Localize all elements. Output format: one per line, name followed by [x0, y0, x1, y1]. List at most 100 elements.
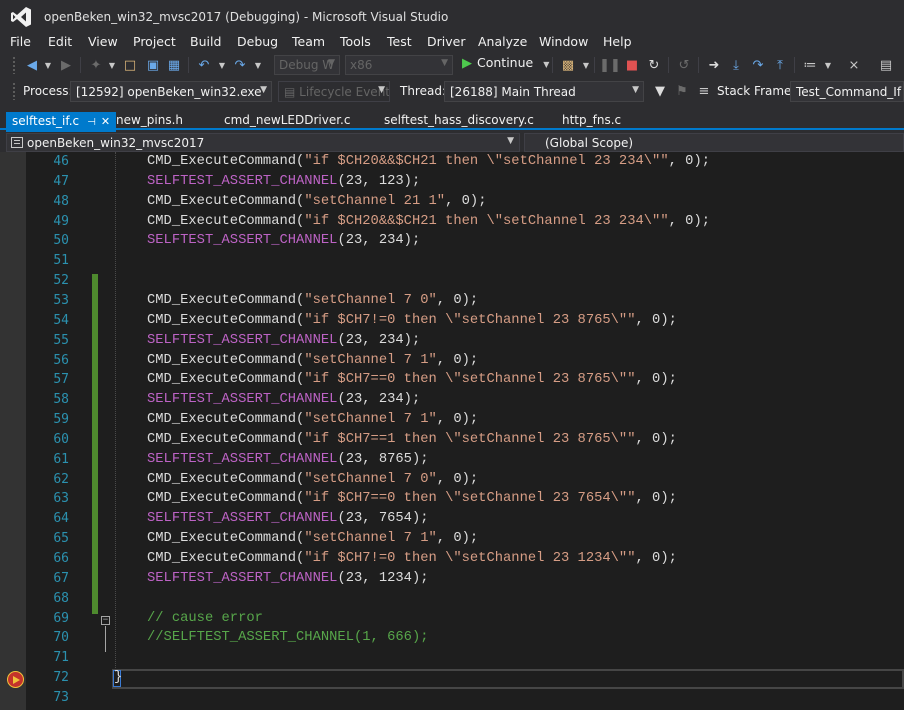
code-line[interactable]: 58 SELFTEST_ASSERT_CHANNEL(23, 234);	[0, 390, 904, 410]
code-line[interactable]: 51	[0, 251, 904, 271]
code-line[interactable]: 54 CMD_ExecuteCommand("if $CH7!=0 then \"…	[0, 311, 904, 331]
code-line[interactable]: 56 CMD_ExecuteCommand("setChannel 7 1", 0…	[0, 351, 904, 371]
toolbar-separator	[594, 57, 595, 73]
thread-value: [26188] Main Thread	[450, 85, 576, 99]
code-line[interactable]: 46 CMD_ExecuteCommand("if $CH20&&$CH21 th…	[0, 152, 904, 172]
code-line[interactable]: 65 CMD_ExecuteCommand("setChannel 7 1", 0…	[0, 529, 904, 549]
menu-build[interactable]: Build	[190, 34, 221, 49]
break-all-icon[interactable]: ❚❚	[599, 55, 621, 75]
save-all-icon[interactable]: ▦	[164, 55, 184, 75]
menu-window[interactable]: Window	[539, 34, 588, 49]
code-text: CMD_ExecuteCommand("setChannel 7 0", 0);	[147, 470, 478, 490]
solution-platform-select[interactable]: x86 ▼	[345, 55, 453, 75]
hot-reload-icon[interactable]: ↺	[674, 55, 694, 75]
thread-select[interactable]: [26188] Main Thread ▼	[444, 81, 644, 102]
close-icon[interactable]: ✕	[101, 115, 110, 128]
show-next-statement-icon[interactable]: ➜	[704, 55, 724, 75]
code-line[interactable]: 69 // cause error	[0, 609, 904, 629]
line-number: 58	[53, 392, 69, 408]
code-line[interactable]: 50 SELFTEST_ASSERT_CHANNEL(23, 234);	[0, 231, 904, 251]
back-dropdown-icon[interactable]: ▼	[38, 55, 58, 75]
code-line[interactable]: 73	[0, 688, 904, 708]
save-icon[interactable]: ▣	[143, 55, 163, 75]
step-over-icon[interactable]: ↷	[748, 55, 768, 75]
navigate-forward-icon[interactable]: ▶	[56, 55, 76, 75]
code-token: , 0);	[436, 412, 479, 428]
code-text: CMD_ExecuteCommand("if $CH20&&$CH21 then…	[147, 152, 710, 172]
code-token: (23, 1234);	[337, 570, 429, 586]
code-line[interactable]: 59 CMD_ExecuteCommand("setChannel 7 1", 0…	[0, 410, 904, 430]
tab-label: http_fns.c	[562, 113, 622, 127]
restart-icon[interactable]: ↻	[644, 55, 664, 75]
code-line[interactable]: 68	[0, 589, 904, 609]
redo-dropdown-icon[interactable]: ▼	[248, 55, 268, 75]
code-line[interactable]: 71	[0, 648, 904, 668]
code-line[interactable]: 47 SELFTEST_ASSERT_CHANNEL(23, 123);	[0, 172, 904, 192]
code-line[interactable]: 72	[0, 668, 904, 688]
menu-analyze[interactable]: Analyze	[478, 34, 527, 49]
project-select[interactable]: openBeken_win32_mvsc2017 ▼	[6, 133, 520, 152]
code-line[interactable]: 61 SELFTEST_ASSERT_CHANNEL(23, 8765);	[0, 450, 904, 470]
code-token: "setChannel 7 1"	[304, 531, 437, 547]
code-token: "setChannel 7 0"	[304, 471, 437, 487]
code-line[interactable]: 53 CMD_ExecuteCommand("setChannel 7 0", 0…	[0, 291, 904, 311]
solution-configuration-select[interactable]: Debug W ▼	[274, 55, 340, 75]
code-text: CMD_ExecuteCommand("if $CH7==0 then \"se…	[147, 370, 677, 390]
menu-debug[interactable]: Debug	[237, 34, 278, 49]
flag-threads-icon[interactable]: ⚑	[672, 81, 692, 101]
window-title: openBeken_win32_mvsc2017 (Debugging) - M…	[44, 10, 449, 24]
hex-display-icon[interactable]: ≔	[800, 55, 820, 75]
stack-frame-select[interactable]: Test_Command_If	[790, 81, 904, 102]
toolbar-grip[interactable]	[12, 82, 16, 100]
stop-debugging-icon[interactable]: ■	[622, 55, 642, 75]
code-token: CMD_ExecuteCommand(	[147, 193, 305, 209]
code-line[interactable]: 64 SELFTEST_ASSERT_CHANNEL(23, 7654);	[0, 509, 904, 529]
code-editor[interactable]: − 46 CMD_ExecuteCommand("if $CH20&&$CH21 …	[0, 152, 904, 710]
hex-dropdown-icon[interactable]: ▼	[818, 55, 838, 75]
code-line[interactable]: 62 CMD_ExecuteCommand("setChannel 7 0", 0…	[0, 470, 904, 490]
menu-tools[interactable]: Tools	[340, 34, 371, 49]
undo-dropdown-icon[interactable]: ▼	[212, 55, 232, 75]
code-line[interactable]: 67 SELFTEST_ASSERT_CHANNEL(23, 1234);	[0, 569, 904, 589]
menu-team[interactable]: Team	[292, 34, 325, 49]
scope-select[interactable]: (Global Scope)	[524, 133, 904, 152]
step-into-icon[interactable]: ⤓	[726, 55, 746, 75]
code-line[interactable]: 57 CMD_ExecuteCommand("if $CH7==0 then \"…	[0, 370, 904, 390]
process-dropdown-icon[interactable]: ▼	[576, 55, 596, 75]
memory-icon[interactable]: ▤	[876, 55, 896, 75]
lifecycle-events-select[interactable]: ▤ Lifecycle Events ▼	[278, 81, 390, 102]
open-folder-icon[interactable]: □	[120, 55, 140, 75]
undo-icon[interactable]: ↶	[194, 55, 214, 75]
menu-project[interactable]: Project	[133, 34, 176, 49]
code-line[interactable]: 52	[0, 271, 904, 291]
line-number: 62	[53, 471, 69, 487]
menu-view[interactable]: View	[88, 34, 118, 49]
stack-frame-icon: ≡	[698, 83, 710, 99]
redo-icon[interactable]: ↷	[230, 55, 250, 75]
code-line[interactable]: 55 SELFTEST_ASSERT_CHANNEL(23, 234);	[0, 331, 904, 351]
pin-icon[interactable]: ⊣	[87, 117, 96, 128]
code-token: "if $CH7!=0 then \"setChannel 23 8765\""	[304, 312, 636, 328]
threads-icon[interactable]: ⨯	[844, 55, 864, 75]
line-number: 57	[53, 372, 69, 388]
process-select[interactable]: [12592] openBeken_win32.exe ▼	[70, 81, 272, 102]
menu-help[interactable]: Help	[603, 34, 632, 49]
filter-icon[interactable]: ▼	[650, 81, 670, 101]
code-token: (23, 234);	[337, 332, 421, 348]
menu-file[interactable]: File	[10, 34, 31, 49]
code-line[interactable]: 70 //SELFTEST_ASSERT_CHANNEL(1, 666);	[0, 628, 904, 648]
menu-test[interactable]: Test	[387, 34, 412, 49]
line-number: 70	[53, 630, 69, 646]
new-dropdown-icon[interactable]: ▼	[102, 55, 122, 75]
process-icon[interactable]: ▩	[558, 55, 578, 75]
step-out-icon[interactable]: ⤒	[770, 55, 790, 75]
code-line[interactable]: 63 CMD_ExecuteCommand("if $CH7==0 then \"…	[0, 489, 904, 509]
code-line[interactable]: 60 CMD_ExecuteCommand("if $CH7==1 then \"…	[0, 430, 904, 450]
menu-edit[interactable]: Edit	[48, 34, 72, 49]
continue-button[interactable]: ▶ Continue ▼	[462, 55, 549, 75]
menu-driver[interactable]: Driver	[427, 34, 465, 49]
toolbar-grip[interactable]	[12, 56, 16, 74]
code-line[interactable]: 66 CMD_ExecuteCommand("if $CH7!=0 then \"…	[0, 549, 904, 569]
code-line[interactable]: 49 CMD_ExecuteCommand("if $CH20&&$CH21 th…	[0, 212, 904, 232]
code-line[interactable]: 48 CMD_ExecuteCommand("setChannel 21 1", …	[0, 192, 904, 212]
